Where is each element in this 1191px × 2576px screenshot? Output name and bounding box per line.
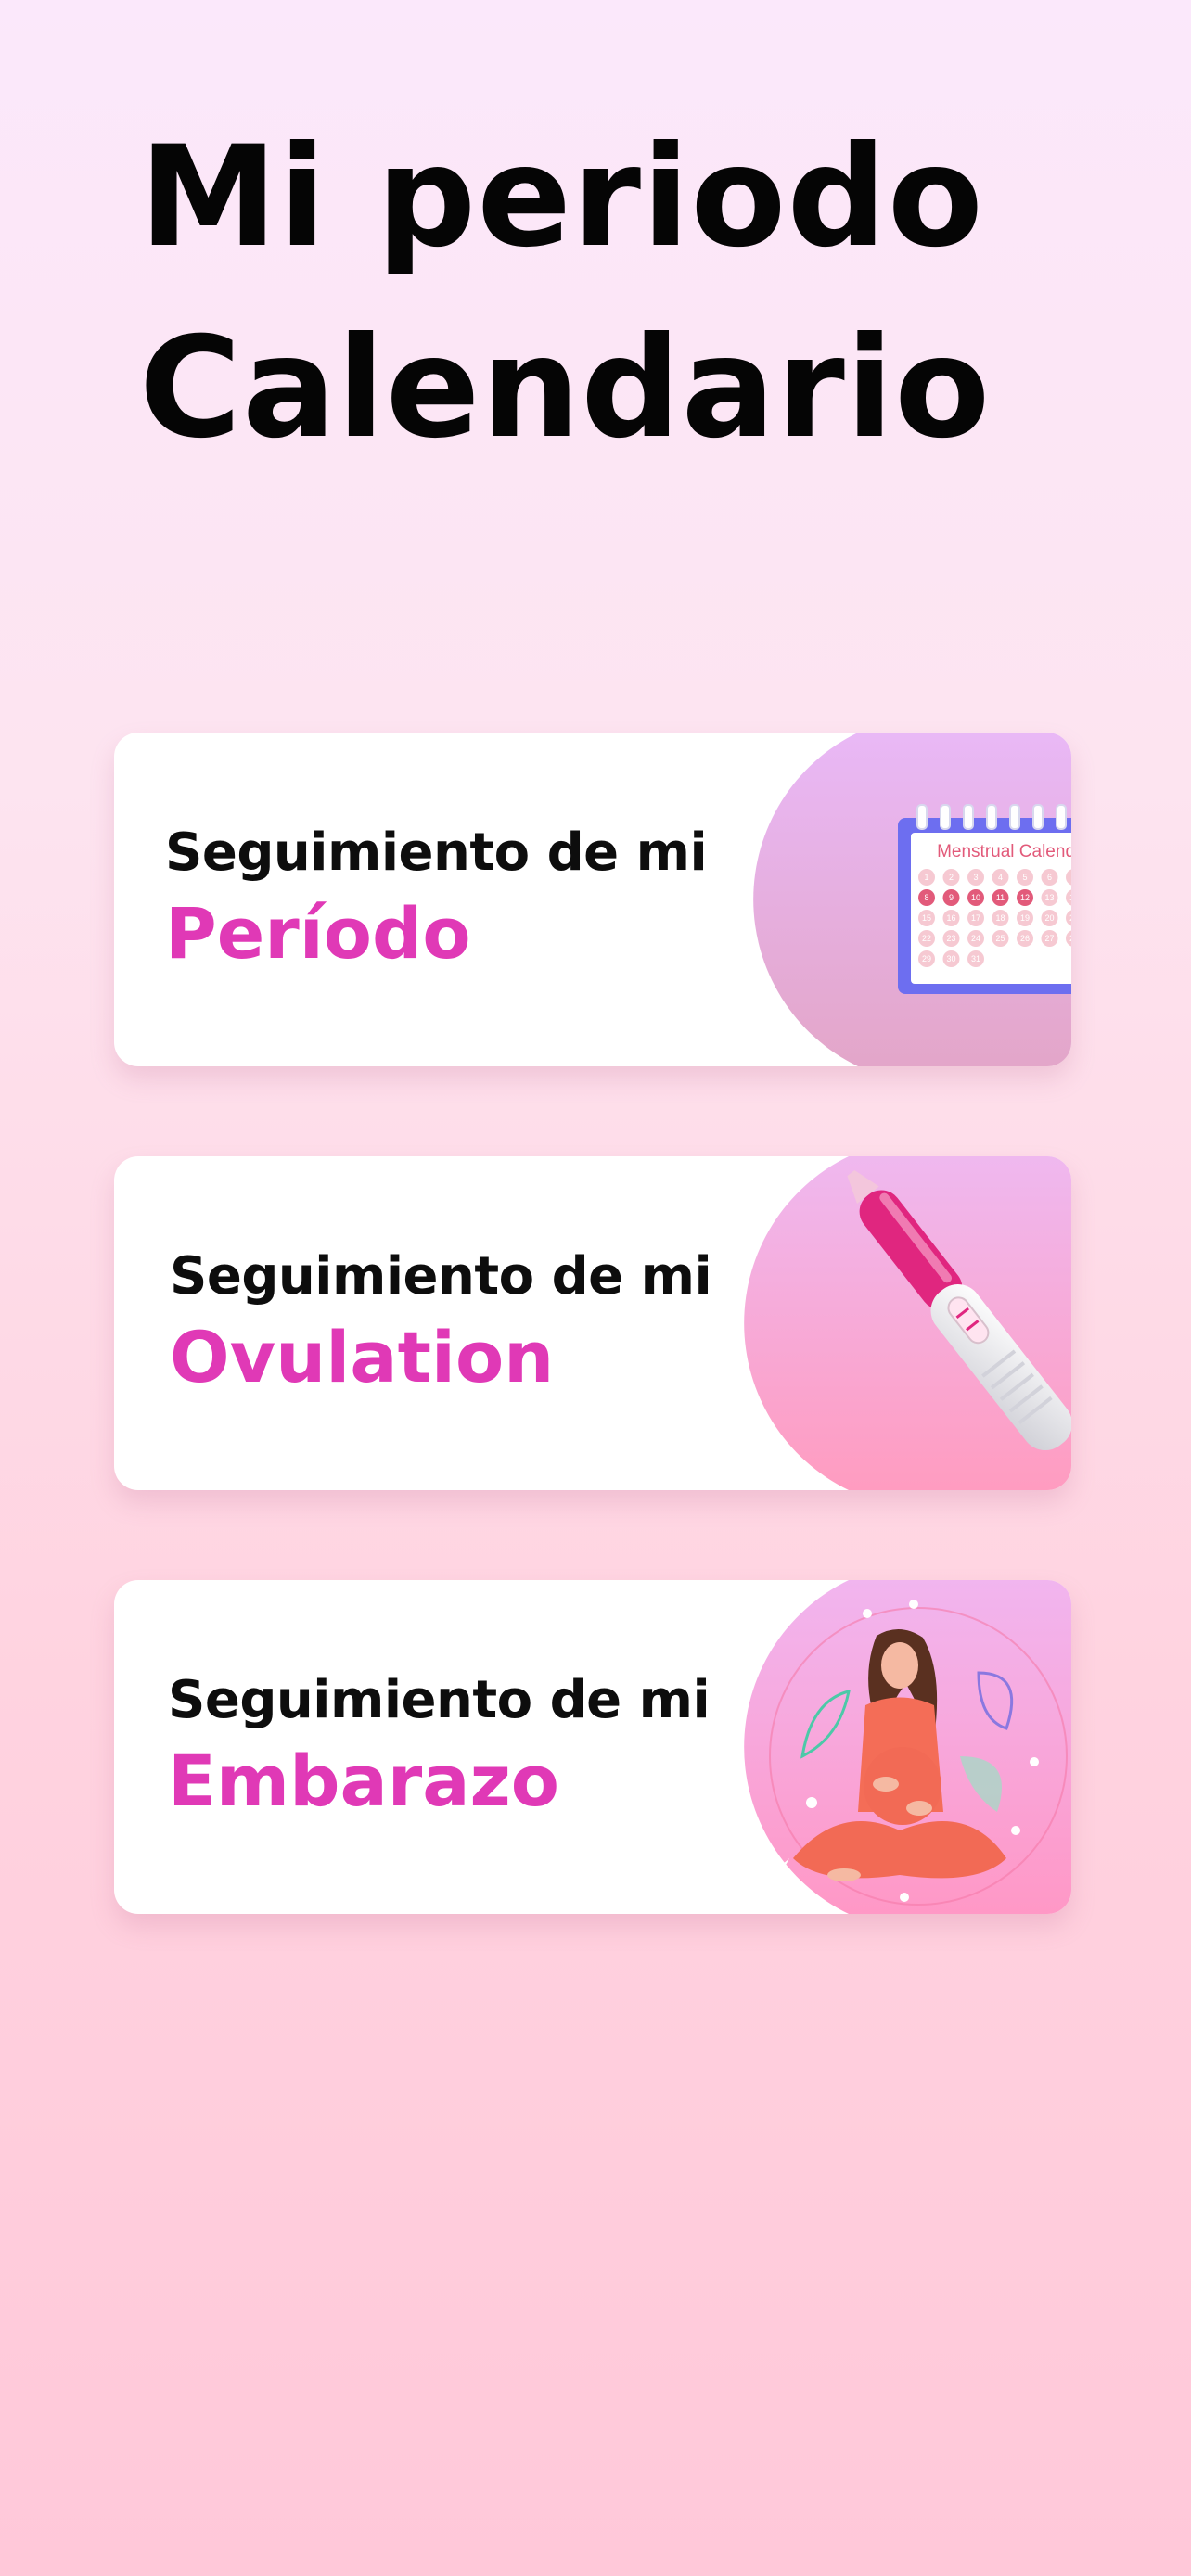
calendar-day-label: 20 [1044, 913, 1054, 923]
calendar-day-label: 14 [1069, 893, 1071, 902]
ovulation-tracking-card[interactable]: Seguimiento de mi Ovulation [114, 1156, 1071, 1490]
pregnant-woman-illustration [700, 1580, 1071, 1914]
calendar-day-label: 1 [924, 873, 928, 882]
card-title: Ovulation [170, 1316, 555, 1398]
calendar-day-label: 6 [1047, 873, 1052, 882]
calendar-day-label: 17 [971, 913, 980, 923]
calendar-day-label: 29 [922, 954, 931, 963]
card-subtitle: Seguimiento de mi [165, 823, 708, 883]
pregnancy-tracking-card[interactable]: Seguimiento de mi Embarazo [114, 1580, 1071, 1914]
calendar-day-label: 21 [1069, 913, 1071, 923]
calendar-day-label: 12 [1020, 893, 1030, 902]
card-title: Embarazo [168, 1740, 560, 1822]
calendar-heading: Menstrual Calendar [937, 842, 1071, 861]
card-text: Seguimiento de mi Embarazo [168, 1668, 780, 1826]
calendar-day-label: 5 [1022, 873, 1027, 882]
calendar-day-label: 10 [971, 893, 980, 902]
calendar-day-label: 18 [995, 913, 1005, 923]
calendar-day-label: 26 [1020, 934, 1030, 943]
calendar-day-label: 4 [998, 873, 1003, 882]
card-text: Seguimiento de mi Ovulation [170, 1244, 782, 1402]
card-subtitle: Seguimiento de mi [168, 1670, 711, 1730]
calendar-day-label: 15 [922, 913, 931, 923]
calendar-day-label: 11 [996, 893, 1005, 902]
calendar-day-label: 24 [971, 934, 980, 943]
calendar-day-label: 23 [946, 934, 955, 943]
page-title: Mi periodo Calendario [139, 102, 1159, 484]
calendar-day-label: 22 [922, 934, 931, 943]
calendar-day-label: 2 [949, 873, 954, 882]
calendar-day-label: 27 [1044, 934, 1054, 943]
calendar-day-label: 8 [924, 893, 928, 902]
card-title: Período [165, 892, 471, 975]
card-subtitle: Seguimiento de mi [170, 1246, 712, 1307]
calendar-day-label: 31 [971, 954, 980, 963]
calendar-day-label: 3 [973, 873, 978, 882]
calendar-day-label: 19 [1020, 913, 1030, 923]
ovulation-test-icon [700, 1156, 1071, 1490]
page-title-line2: Calendario [139, 308, 992, 469]
calendar-day-label: 16 [946, 913, 955, 923]
page-title-line1: Mi periodo [139, 117, 984, 278]
calendar-day-label: 28 [1069, 934, 1071, 943]
card-text: Seguimiento de mi Período [165, 821, 777, 978]
period-tracking-card[interactable]: Seguimiento de mi Período Menstrual Cale… [114, 733, 1071, 1066]
calendar-icon: Menstrual Calendar 123456789101112131415… [700, 733, 1071, 1066]
calendar-day-label: 13 [1044, 893, 1054, 902]
calendar-day-label: 30 [946, 954, 955, 963]
calendar-day-label: 25 [995, 934, 1005, 943]
calendar-day-label: 9 [949, 893, 954, 902]
